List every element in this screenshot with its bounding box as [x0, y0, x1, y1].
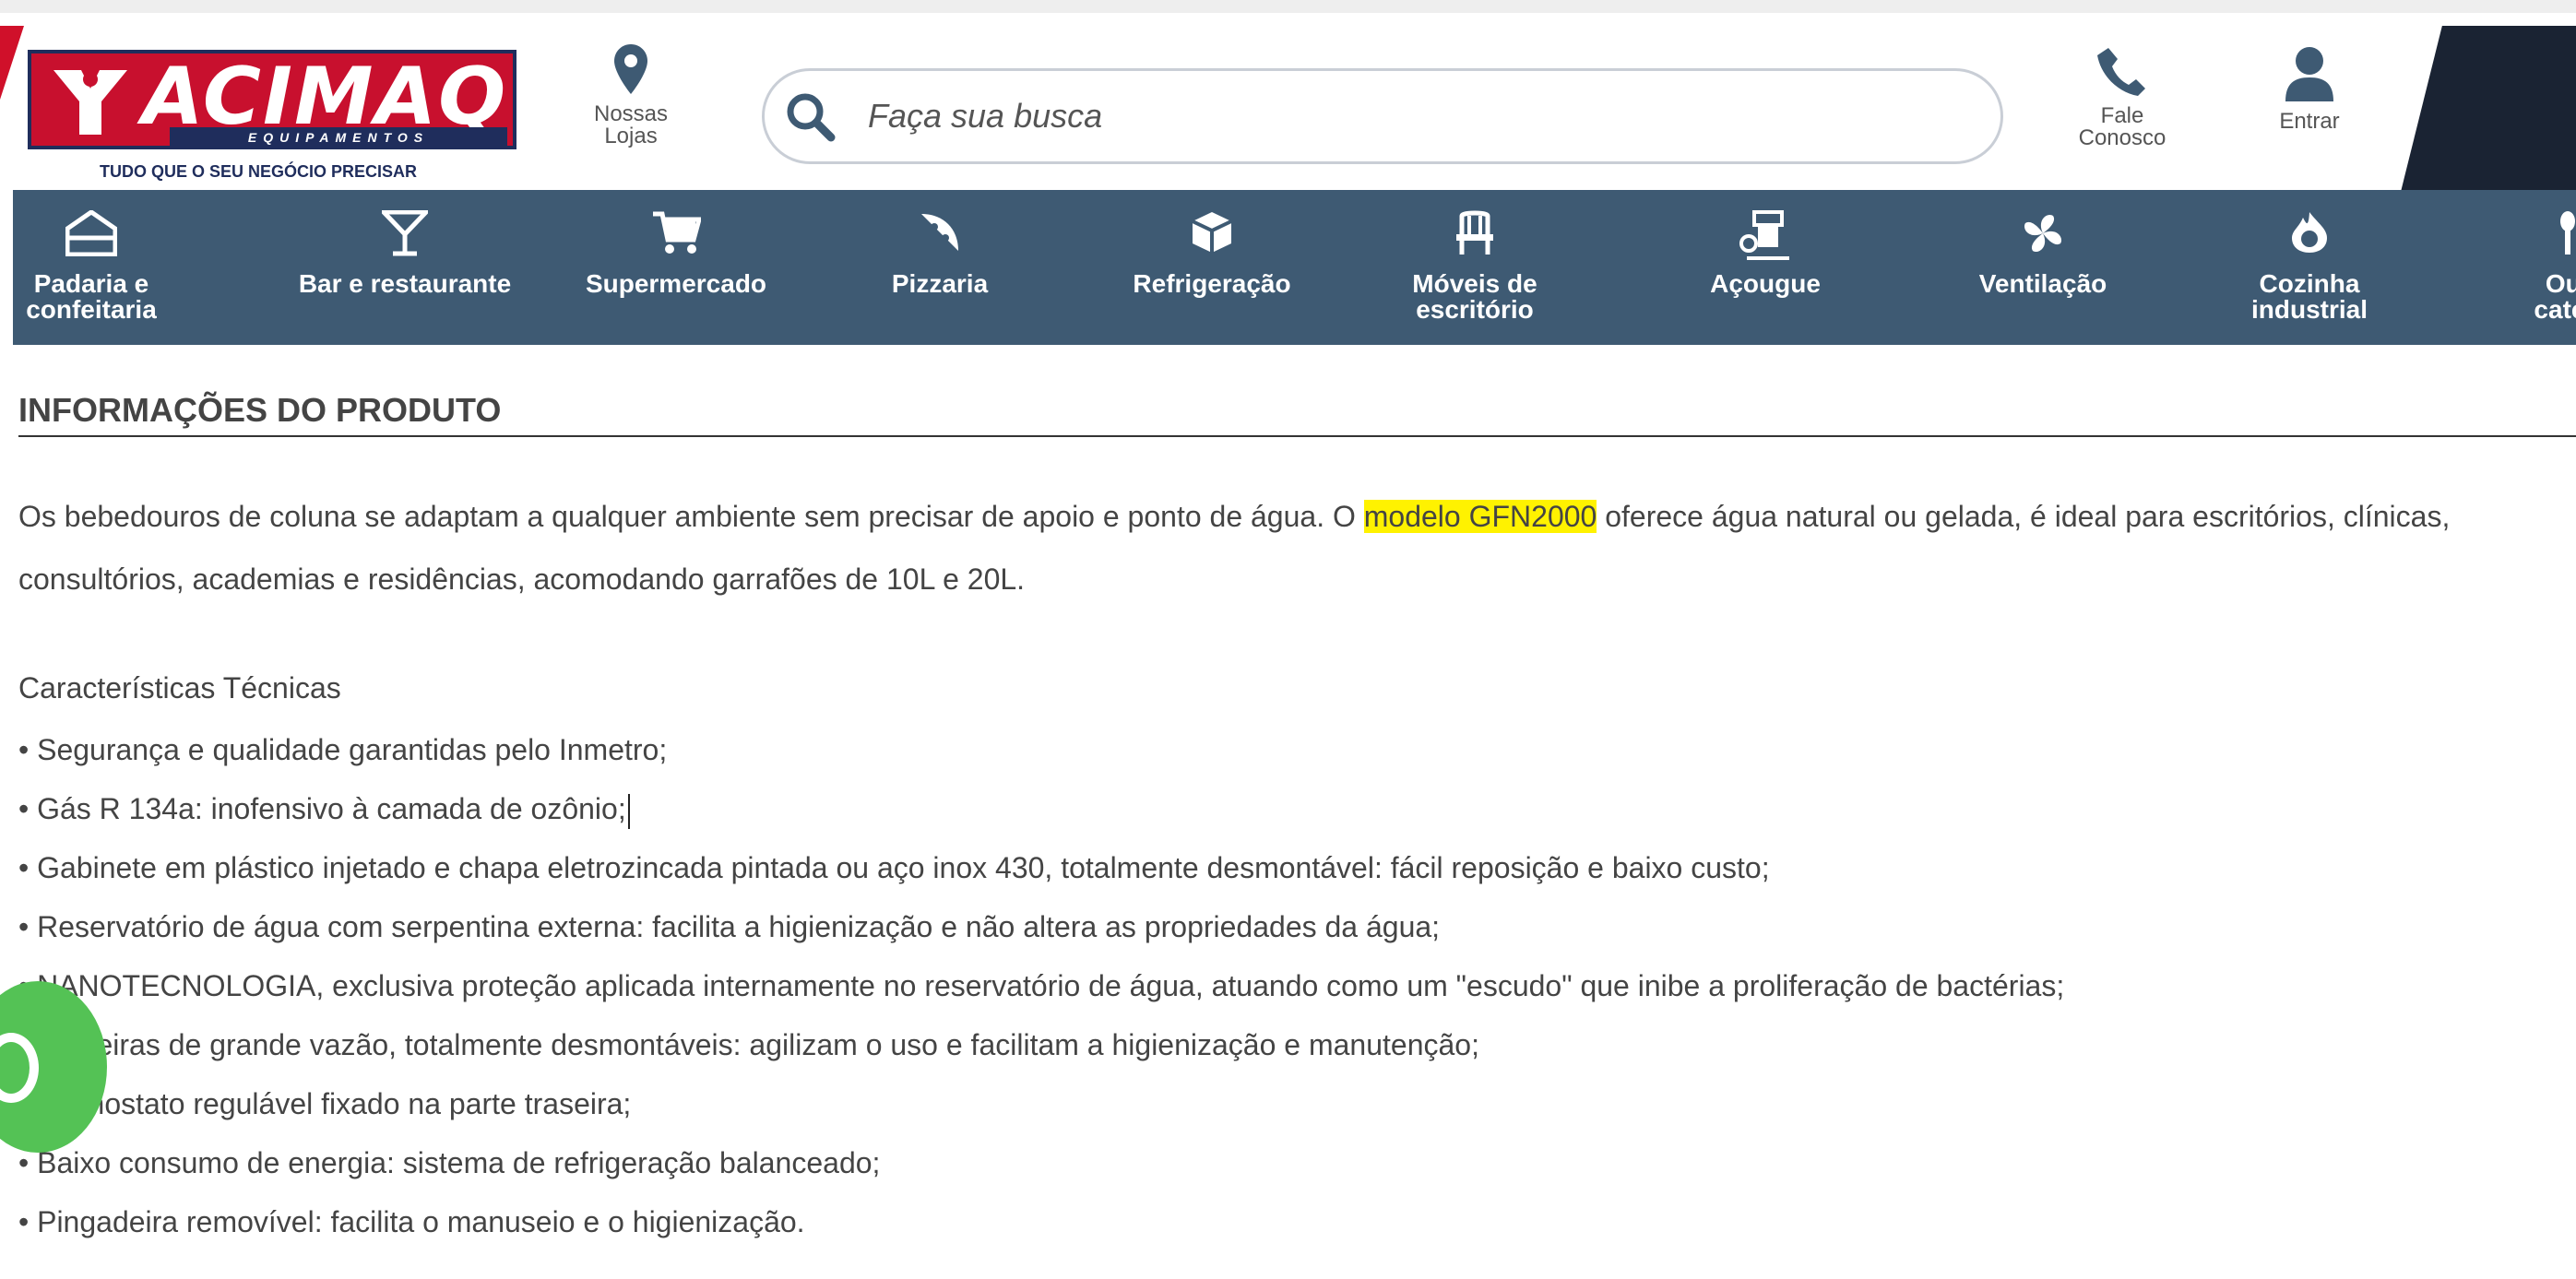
- nav-label-line2: industrial: [2250, 295, 2368, 324]
- logo-wordmark: ACIMAQ: [142, 51, 508, 143]
- nav-label-line2: escritório: [1416, 295, 1534, 324]
- nav-item-supermercado[interactable]: Supermercado: [561, 190, 791, 345]
- login-link[interactable]: Entrar: [2254, 46, 2365, 133]
- spec-item: rneiras de grande vazão, totalmente desm…: [18, 1022, 2064, 1081]
- spec-item: • Pingadeira removível: facilita o manus…: [18, 1199, 2064, 1258]
- nav-item-padaria[interactable]: Padaria e confeitaria: [13, 190, 170, 345]
- pizza-icon: [921, 214, 958, 251]
- spec-text: • Segurança e qualidade garantidas pelo …: [18, 733, 668, 766]
- spec-item: • Gabinete em plástico injetado e chapa …: [18, 845, 2064, 904]
- nav-label-line1: Móveis de: [1412, 269, 1537, 298]
- red-corner-decoration: [0, 26, 24, 100]
- spec-item: • Baixo consumo de energia: sistema de r…: [18, 1140, 2064, 1199]
- cocktail-icon: [382, 210, 428, 256]
- spec-text: rmostato regulável fixado na parte trase…: [70, 1087, 632, 1120]
- spec-item: • Gás R 134a: inofensivo à camada de ozô…: [18, 786, 2064, 845]
- nav-item-moveis[interactable]: Móveis de escritório: [1387, 190, 1562, 345]
- stores-label-line1: Nossas: [593, 101, 669, 126]
- title-divider: [18, 435, 2576, 437]
- nav-label-line1: Pizzaria: [891, 269, 989, 298]
- nav-label-line1: Cozinha: [2259, 269, 2360, 298]
- spec-text: • Pingadeira removível: facilita o manus…: [18, 1205, 805, 1238]
- spec-text: rneiras de grande vazão, totalmente desm…: [70, 1028, 1479, 1061]
- spec-text: • Baixo consumo de energia: sistema de r…: [18, 1146, 881, 1179]
- search-bar[interactable]: Faça sua busca: [762, 68, 2003, 164]
- search-icon[interactable]: [785, 91, 837, 143]
- nav-label-line2: categ: [2534, 295, 2576, 324]
- phone-icon: [2097, 48, 2145, 96]
- nav-label-line1: Supermercado: [585, 269, 767, 298]
- user-icon: [2285, 47, 2333, 101]
- spec-item: • Segurança e qualidade garantidas pelo …: [18, 727, 2064, 786]
- spec-text: • NANOTECNOLOGIA, exclusiva proteção apl…: [18, 969, 2065, 1002]
- flame-icon: [2292, 212, 2327, 253]
- nav-item-cozinha[interactable]: Cozinha industrial: [2236, 190, 2383, 345]
- spec-text: • Reservatório de água com serpentina ex…: [18, 910, 1441, 943]
- nav-item-ventilacao[interactable]: Ventilação: [1955, 190, 2131, 345]
- logo-tagline: TUDO QUE O SEU NEGÓCIO PRECISAR: [100, 162, 418, 181]
- category-nav: Padaria e confeitaria Bar e restaurante S…: [13, 190, 2576, 345]
- specs-title: Características Técnicas: [18, 671, 341, 705]
- description-text-start: Os bebedouros de coluna se adaptam a qua…: [18, 500, 1364, 533]
- utensil-icon: [2560, 211, 2575, 255]
- spec-text: • Gás R 134a: inofensivo à camada de ozô…: [18, 792, 626, 825]
- login-label: Entrar: [2279, 109, 2340, 134]
- spec-item: • Reservatório de água com serpentina ex…: [18, 904, 2064, 963]
- nav-item-acougue[interactable]: Açougue: [1692, 190, 1839, 345]
- cart-icon: [653, 211, 701, 254]
- fan-icon: [2024, 214, 2062, 253]
- site-header: ACIMAQ EQUIPAMENTOS COMERCIAIS TUDO QUE …: [0, 0, 2576, 203]
- contact-label-line1: Fale: [2100, 103, 2144, 128]
- box-icon: [1192, 212, 1232, 253]
- search-input[interactable]: Faça sua busca: [868, 97, 1102, 136]
- nav-label-line1: Padaria e: [33, 269, 149, 298]
- spec-text: • Gabinete em plástico injetado e chapa …: [18, 851, 1770, 884]
- stores-label-line2: Lojas: [604, 124, 658, 148]
- nav-item-pizzaria[interactable]: Pizzaria: [871, 190, 1009, 345]
- spec-item: rmostato regulável fixado na parte trase…: [18, 1081, 2064, 1140]
- nav-label-line1: Bar e restaurante: [298, 269, 512, 298]
- cake-icon: [65, 210, 117, 256]
- nav-item-outras-categorias[interactable]: Outcateg: [2503, 190, 2576, 345]
- logo-badge: ACIMAQ EQUIPAMENTOS COMERCIAIS: [28, 50, 516, 165]
- nav-item-refrigeracao[interactable]: Refrigeração: [1101, 190, 1323, 345]
- nav-label-line1: Açougue: [1710, 269, 1821, 298]
- stores-link[interactable]: Nossas Lojas: [587, 44, 675, 148]
- specs-list: • Segurança e qualidade garantidas pelo …: [18, 727, 2064, 1258]
- logo-mark-icon: [53, 70, 127, 135]
- product-info-title: INFORMAÇÕES DO PRODUTO: [18, 391, 502, 429]
- nav-label-line1: Out: [2545, 269, 2576, 298]
- nav-label-line1: Refrigeração: [1133, 269, 1291, 298]
- logo-subtitle: EQUIPAMENTOS COMERCIAIS: [170, 127, 507, 165]
- model-highlight: modelo GFN2000: [1363, 500, 1597, 533]
- meat-grinder-icon: [1739, 210, 1789, 260]
- product-description: Os bebedouros de coluna se adaptam a qua…: [18, 485, 2564, 610]
- contact-label-line2: Conosco: [2078, 125, 2166, 150]
- nav-item-bar-restaurante[interactable]: Bar e restaurante: [262, 190, 548, 345]
- map-pin-icon: [614, 44, 647, 94]
- cart-area-background: [2398, 26, 2576, 203]
- site-logo[interactable]: ACIMAQ EQUIPAMENTOS COMERCIAIS TUDO QUE …: [28, 50, 516, 186]
- nav-label-line2: confeitaria: [26, 295, 157, 324]
- chair-icon: [1456, 210, 1493, 255]
- contact-link[interactable]: Fale Conosco: [2071, 46, 2173, 149]
- spec-item: • NANOTECNOLOGIA, exclusiva proteção apl…: [18, 963, 2064, 1022]
- nav-label-line1: Ventilação: [1978, 269, 2107, 298]
- text-cursor: [627, 793, 630, 829]
